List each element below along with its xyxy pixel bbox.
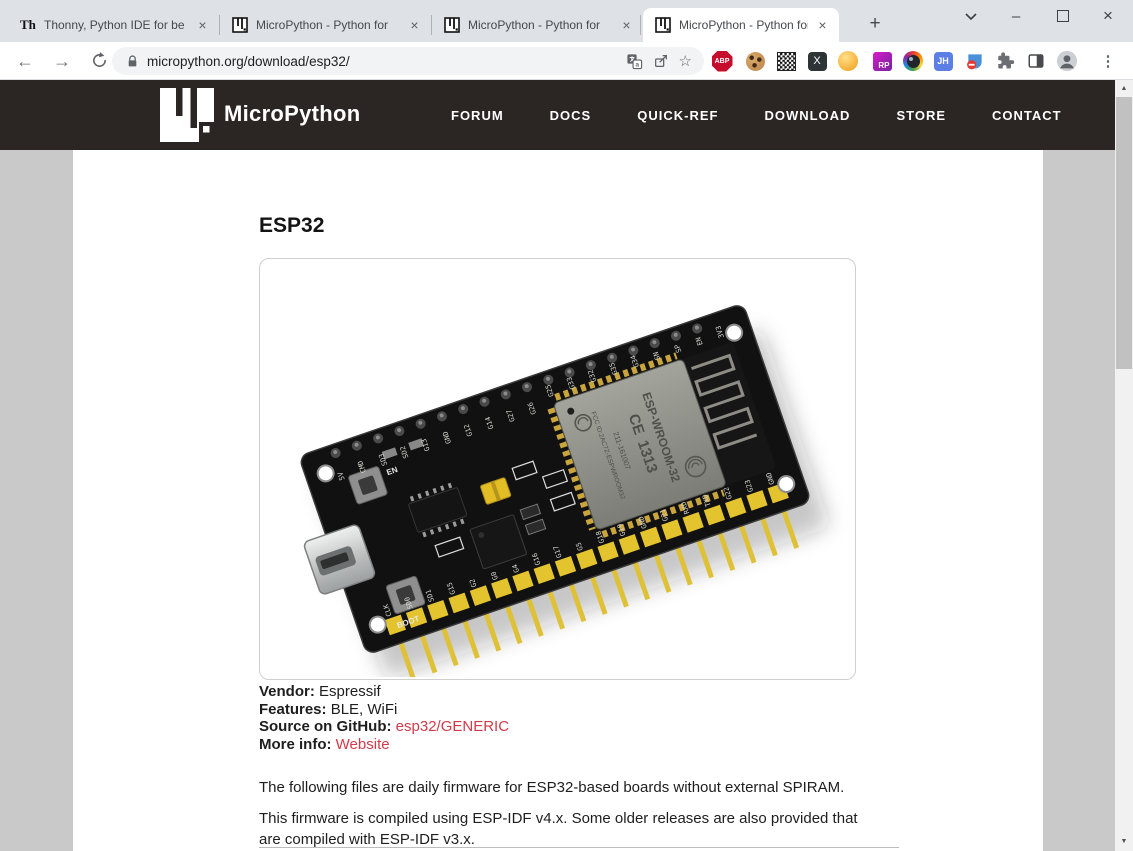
extension-rp-icon[interactable]: RP [870, 49, 894, 73]
extension-jh-icon[interactable]: JH [931, 49, 955, 73]
side-panel-icon[interactable] [1024, 49, 1048, 73]
tab-strip: Th Thonny, Python IDE for be × MicroPyth… [0, 0, 1133, 42]
x-glyph: X [808, 52, 827, 71]
reload-button[interactable] [84, 46, 114, 76]
browser-menu-icon[interactable]: ⋮ [1096, 49, 1120, 73]
micropython-logo-icon[interactable] [160, 88, 214, 142]
cookie-glyph [746, 52, 765, 71]
nav-quick-ref[interactable]: QUICK-REF [637, 108, 718, 123]
nav-contact[interactable]: CONTACT [992, 108, 1062, 123]
micropython-favicon-icon [232, 17, 248, 33]
scrollbar-thumb[interactable] [1116, 97, 1132, 369]
paragraph-firmware: The following files are daily firmware f… [259, 777, 859, 798]
scroll-up-icon[interactable]: ▲ [1115, 81, 1133, 97]
tab-close-icon[interactable]: × [618, 17, 635, 34]
extension-cookie-icon[interactable] [743, 49, 767, 73]
extension-orange-icon[interactable] [836, 49, 860, 73]
github-source-link[interactable]: esp32/GENERIC [396, 718, 509, 735]
tab-title: Thonny, Python IDE for be [44, 18, 188, 32]
minimize-button[interactable]: – [996, 0, 1036, 32]
website-link[interactable]: Website [336, 736, 390, 753]
forward-button[interactable]: → [47, 46, 77, 76]
window-close-button[interactable]: × [1088, 0, 1128, 32]
info-features: Features: BLE, WiFi [259, 701, 509, 719]
share-icon[interactable] [653, 53, 669, 69]
nav-store[interactable]: STORE [896, 108, 946, 123]
lock-icon [126, 54, 139, 69]
tab-title: MicroPython - Python for [679, 18, 808, 32]
info-value: BLE, WiFi [331, 701, 398, 718]
extension-camera-icon[interactable] [901, 49, 925, 73]
orange-glyph [838, 51, 858, 71]
extension-x-app-icon[interactable]: X [805, 49, 829, 73]
browser-window: Th Thonny, Python IDE for be × MicroPyth… [0, 0, 1133, 851]
url-text[interactable]: micropython.org/download/esp32/ [147, 54, 626, 69]
rp-badge: RP [873, 52, 892, 71]
tab-close-icon[interactable]: × [406, 17, 423, 34]
svg-text:a: a [635, 61, 639, 68]
extension-blocker-icon[interactable] [963, 49, 987, 73]
tab-close-icon[interactable]: × [814, 17, 831, 34]
board-image-frame: EN BOOT [259, 258, 856, 680]
info-source: Source on GitHub: esp32/GENERIC [259, 718, 509, 736]
maximize-icon [1057, 10, 1069, 22]
extension-adblock-icon[interactable]: ABP [710, 49, 734, 73]
profile-avatar[interactable] [1055, 49, 1079, 73]
nav-docs[interactable]: DOCS [550, 108, 592, 123]
micropython-favicon-icon [444, 17, 460, 33]
jh-badge: JH [934, 52, 953, 71]
tab-separator [640, 15, 641, 35]
address-bar[interactable]: micropython.org/download/esp32/ a ☆ [112, 47, 704, 75]
qr-glyph [777, 52, 796, 71]
tab-title: MicroPython - Python for [468, 18, 612, 32]
nav-download[interactable]: DOWNLOAD [764, 108, 850, 123]
thonny-favicon-icon: Th [20, 17, 36, 33]
back-button[interactable]: ← [10, 46, 40, 76]
esp32-board-image: EN BOOT [260, 259, 855, 677]
section-divider [259, 847, 899, 848]
tab-close-icon[interactable]: × [194, 17, 211, 34]
site-nav: FORUM DOCS QUICK-REF DOWNLOAD STORE CONT… [451, 108, 1062, 123]
page-scrollbar[interactable]: ▲ ▼ [1115, 80, 1133, 851]
info-label: Source on GitHub: [259, 718, 392, 735]
tab-search-chevron-icon[interactable] [951, 0, 991, 32]
board-info: Vendor: Espressif Features: BLE, WiFi So… [259, 683, 509, 753]
site-header: MicroPython FORUM DOCS QUICK-REF DOWNLOA… [0, 80, 1115, 150]
tab-micropython-active[interactable]: MicroPython - Python for × [643, 8, 839, 42]
paragraph-espidf: This firmware is compiled using ESP-IDF … [259, 808, 859, 850]
maximize-button[interactable] [1043, 0, 1083, 32]
page-title: ESP32 [259, 214, 324, 238]
page-viewport: MicroPython FORUM DOCS QUICK-REF DOWNLOA… [0, 80, 1133, 851]
translate-icon[interactable]: a [626, 53, 643, 70]
bookmark-star-icon[interactable]: ☆ [679, 52, 692, 70]
info-value: Espressif [319, 683, 381, 700]
info-vendor: Vendor: Espressif [259, 683, 509, 701]
micropython-favicon-icon [655, 17, 671, 33]
new-tab-button[interactable]: + [861, 11, 889, 39]
extensions-puzzle-icon[interactable] [993, 49, 1017, 73]
abp-badge: ABP [712, 51, 733, 72]
info-more: More info: Website [259, 736, 509, 754]
tab-micropython-2[interactable]: MicroPython - Python for × [432, 8, 643, 42]
info-label: Vendor: [259, 683, 315, 700]
tab-micropython-1[interactable]: MicroPython - Python for × [220, 8, 431, 42]
info-label: Features: [259, 701, 327, 718]
camera-glyph [903, 51, 923, 71]
tab-title: MicroPython - Python for [256, 18, 400, 32]
nav-forum[interactable]: FORUM [451, 108, 504, 123]
info-label: More info: [259, 736, 332, 753]
tab-thonny[interactable]: Th Thonny, Python IDE for be × [8, 8, 219, 42]
browser-toolbar: ← → micropython.org/download/esp32/ a ☆ … [0, 42, 1133, 80]
extension-qr-code-icon[interactable] [774, 49, 798, 73]
scroll-down-icon[interactable]: ▼ [1115, 834, 1133, 850]
brand-title[interactable]: MicroPython [224, 101, 361, 127]
